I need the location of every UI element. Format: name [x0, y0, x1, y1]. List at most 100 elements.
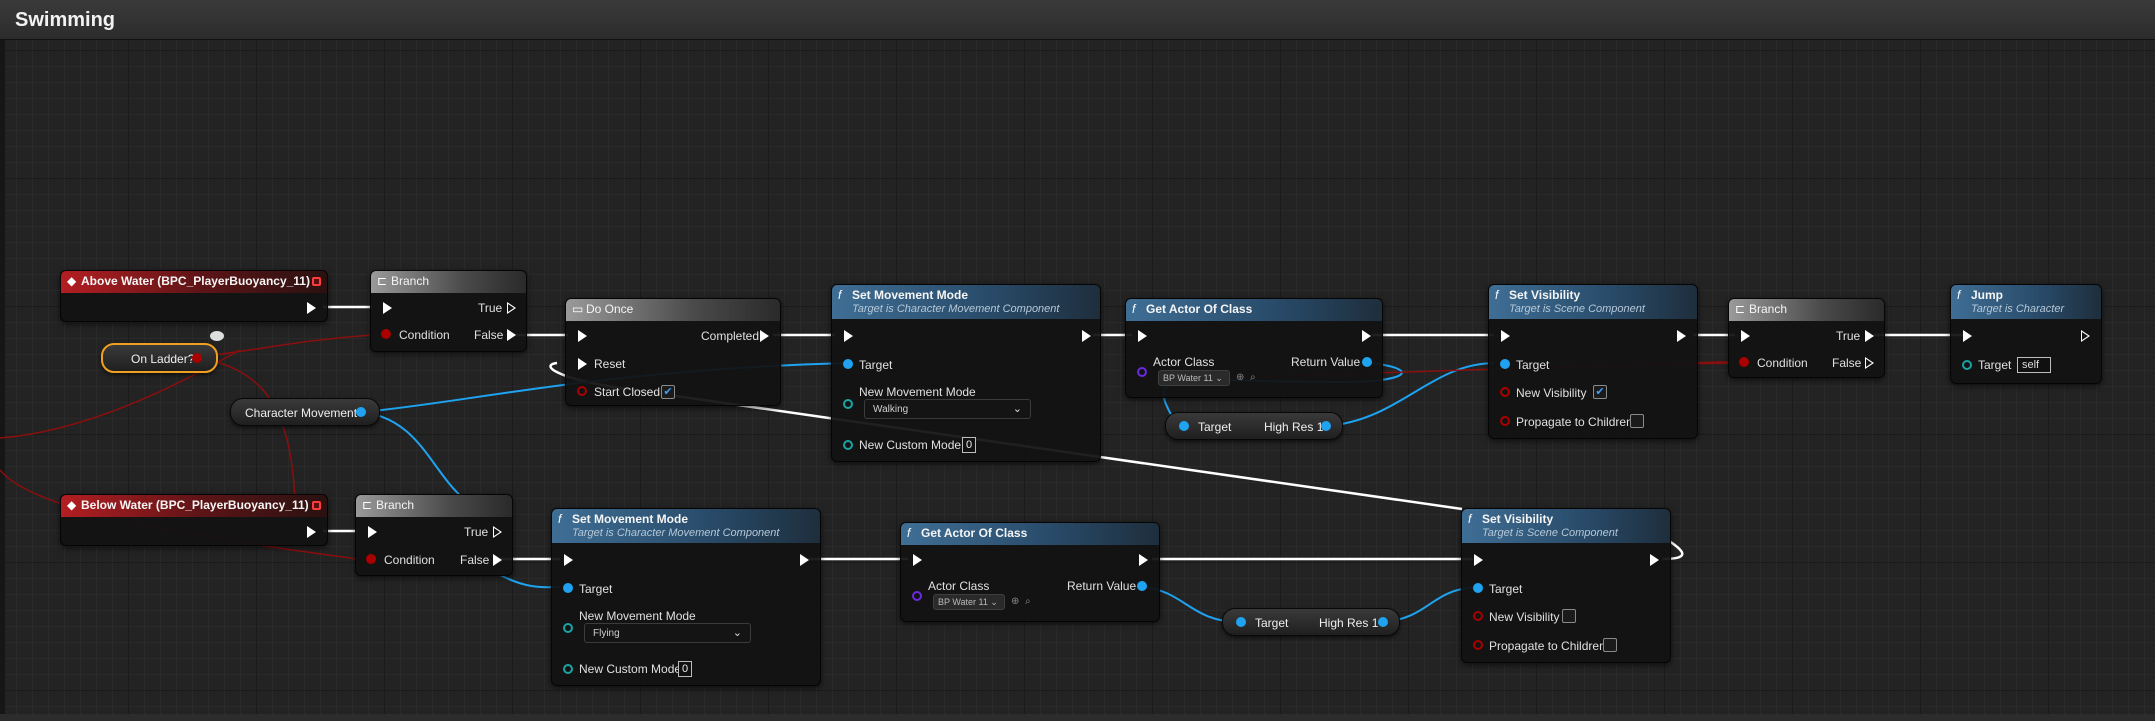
target-pin[interactable] — [563, 583, 573, 593]
exec-in-pin[interactable] — [1138, 330, 1147, 342]
movement-mode-pin[interactable] — [563, 623, 573, 633]
false-exec-pin[interactable] — [1865, 357, 1874, 369]
delegate-pin-icon[interactable] — [312, 501, 321, 510]
below-water-event-node[interactable]: ◆ Below Water (BPC_PlayerBuoyancy_11) — [60, 494, 328, 546]
branch-node-1[interactable]: ⊏ Branch True Condition False — [370, 270, 527, 352]
exec-out-pin[interactable] — [1139, 554, 1148, 566]
set-movement-mode-node-2[interactable]: f Set Movement Mode Target is Character … — [551, 508, 821, 686]
condition-pin[interactable] — [1739, 357, 1749, 367]
reset-exec-pin[interactable] — [578, 358, 587, 370]
new-visibility-checkbox[interactable] — [1562, 609, 1576, 623]
new-visibility-pin[interactable] — [1473, 611, 1483, 621]
comment-bubble-icon[interactable] — [210, 331, 224, 341]
do-once-node[interactable]: ▭ Do Once Completed Reset Start Closed ✔ — [565, 298, 781, 406]
exec-in-pin[interactable] — [578, 330, 587, 342]
custom-mode-label: New Custom Mode — [579, 662, 682, 676]
above-water-event-node[interactable]: ◆ Above Water (BPC_PlayerBuoyancy_11) — [60, 270, 328, 322]
actor-class-pin[interactable] — [1137, 367, 1147, 377]
propagate-checkbox[interactable] — [1603, 638, 1617, 652]
custom-mode-input[interactable]: 0 — [962, 437, 976, 453]
search-icon[interactable]: ⌕ — [1025, 596, 1031, 607]
exec-out-pin[interactable] — [1082, 330, 1091, 342]
target-pin[interactable] — [1473, 583, 1483, 593]
propagate-pin[interactable] — [1500, 416, 1510, 426]
object-out-pin[interactable] — [1321, 421, 1331, 431]
exec-out-pin[interactable] — [307, 526, 316, 538]
custom-mode-pin[interactable] — [563, 664, 573, 674]
branch-icon: ⊏ — [1735, 302, 1746, 316]
exec-out-pin[interactable] — [2081, 330, 2090, 342]
custom-mode-input[interactable]: 0 — [678, 661, 692, 677]
condition-label: Condition — [399, 328, 450, 342]
get-actor-of-class-node-2[interactable]: f Get Actor Of Class Actor Class BP Wate… — [900, 522, 1160, 622]
reset-label: Reset — [594, 357, 626, 371]
exec-in-pin[interactable] — [1474, 554, 1483, 566]
target-pin[interactable] — [843, 359, 853, 369]
exec-in-pin[interactable] — [1741, 330, 1750, 342]
exec-out-pin[interactable] — [1362, 330, 1371, 342]
exec-in-pin[interactable] — [844, 330, 853, 342]
jump-node[interactable]: f Jump Target is Character Target self — [1950, 284, 2102, 384]
set-movement-mode-node-1[interactable]: f Set Movement Mode Target is Character … — [831, 284, 1101, 462]
macro-icon: ▭ — [572, 302, 584, 316]
target-pin[interactable] — [1962, 360, 1972, 370]
exec-in-pin[interactable] — [383, 302, 392, 314]
propagate-checkbox[interactable] — [1630, 414, 1644, 428]
exec-out-pin[interactable] — [1677, 330, 1686, 342]
get-actor-of-class-node-1[interactable]: f Get Actor Of Class Actor Class BP Wate… — [1125, 298, 1383, 398]
true-exec-pin[interactable] — [1865, 330, 1874, 342]
branch-node-3[interactable]: ⊏ Branch True Condition False — [355, 494, 513, 576]
branch-icon: ⊏ — [377, 274, 388, 288]
target-pin[interactable] — [1236, 617, 1246, 627]
node-title: Branch — [376, 498, 415, 512]
actor-class-pin[interactable] — [912, 591, 922, 601]
true-exec-pin[interactable] — [493, 526, 502, 538]
movement-mode-dropdown[interactable]: Flying ⌄ — [584, 623, 751, 643]
condition-pin[interactable] — [366, 554, 376, 564]
start-closed-pin[interactable] — [577, 386, 587, 396]
movement-mode-dropdown[interactable]: Walking ⌄ — [864, 399, 1031, 419]
start-closed-checkbox[interactable]: ✔ — [661, 385, 675, 399]
branch-node-2[interactable]: ⊏ Branch True Condition False — [1728, 298, 1885, 378]
return-value-pin[interactable] — [1137, 581, 1147, 591]
browse-icon[interactable]: ⊕ — [1011, 596, 1019, 607]
exec-out-pin[interactable] — [1650, 554, 1659, 566]
exec-in-pin[interactable] — [564, 554, 573, 566]
return-value-pin[interactable] — [1362, 357, 1372, 367]
exec-in-pin[interactable] — [1501, 330, 1510, 342]
character-movement-variable[interactable]: Character Movement — [230, 398, 380, 426]
new-visibility-checkbox[interactable]: ✔ — [1593, 385, 1607, 399]
object-out-pin[interactable] — [1378, 617, 1388, 627]
high-res-1-getter[interactable]: Target High Res 1 — [1165, 412, 1343, 440]
search-icon[interactable]: ⌕ — [1250, 372, 1256, 383]
new-visibility-pin[interactable] — [1500, 387, 1510, 397]
completed-exec-pin[interactable] — [760, 330, 769, 342]
exec-in-pin[interactable] — [913, 554, 922, 566]
object-out-pin[interactable] — [356, 407, 366, 417]
actor-class-picker[interactable]: BP Water 11 ⌄ — [933, 594, 1005, 610]
movement-mode-pin[interactable] — [843, 399, 853, 409]
target-pin[interactable] — [1179, 421, 1189, 431]
exec-out-pin[interactable] — [800, 554, 809, 566]
propagate-label: Propagate to Children — [1489, 639, 1606, 653]
high-res-1-getter[interactable]: Target High Res 1 — [1222, 608, 1400, 636]
target-self-field[interactable]: self — [2017, 357, 2051, 373]
false-exec-pin[interactable] — [493, 554, 502, 566]
exec-out-pin[interactable] — [307, 302, 316, 314]
set-visibility-node-1[interactable]: f Set Visibility Target is Scene Compone… — [1488, 284, 1698, 439]
condition-pin[interactable] — [381, 329, 391, 339]
actor-class-picker[interactable]: BP Water 11 ⌄ — [1158, 370, 1230, 386]
false-label: False — [1832, 356, 1862, 370]
exec-in-pin[interactable] — [368, 526, 377, 538]
custom-mode-pin[interactable] — [843, 440, 853, 450]
delegate-pin-icon[interactable] — [312, 277, 321, 286]
target-pin[interactable] — [1500, 359, 1510, 369]
bool-out-pin[interactable] — [192, 353, 202, 363]
false-exec-pin[interactable] — [507, 329, 516, 341]
browse-icon[interactable]: ⊕ — [1236, 372, 1244, 383]
on-ladder-variable[interactable]: On Ladder? — [101, 343, 218, 373]
exec-in-pin[interactable] — [1963, 330, 1972, 342]
propagate-pin[interactable] — [1473, 640, 1483, 650]
true-exec-pin[interactable] — [507, 302, 516, 314]
set-visibility-node-2[interactable]: f Set Visibility Target is Scene Compone… — [1461, 508, 1671, 663]
